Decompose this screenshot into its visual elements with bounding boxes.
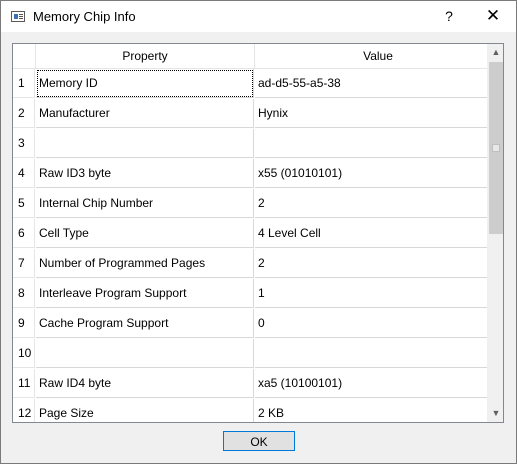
value-cell[interactable]: xa5 (10100101)	[255, 369, 501, 398]
property-cell[interactable]: Interleave Program Support	[36, 279, 254, 308]
memory-chip-info-dialog: Memory Chip Info ? ✕ Property Value 1 Mem…	[0, 0, 517, 464]
value-cell[interactable]: 0	[255, 309, 501, 338]
scroll-grip-icon	[492, 144, 500, 152]
row-index: 11	[13, 369, 35, 398]
value-cell[interactable]: 2	[255, 249, 501, 278]
table-row[interactable]: 11 Raw ID4 byte xa5 (10100101)	[13, 369, 503, 399]
table-row[interactable]: 5 Internal Chip Number 2	[13, 189, 503, 219]
value-cell[interactable]: Hynix	[255, 99, 501, 128]
row-index: 2	[13, 99, 35, 128]
app-icon	[11, 11, 25, 22]
value-cell[interactable]: 4 Level Cell	[255, 219, 501, 248]
scroll-down-icon[interactable]: ▼	[488, 405, 503, 422]
property-cell[interactable]: Manufacturer	[36, 99, 254, 128]
properties-table[interactable]: Property Value 1 Memory ID ad-d5-55-a5-38 2…	[12, 43, 504, 423]
table-row[interactable]: 10	[13, 339, 503, 369]
row-index: 3	[13, 129, 35, 158]
table-row[interactable]: 12 Page Size 2 KB	[13, 399, 503, 422]
scroll-thumb[interactable]	[489, 62, 503, 234]
row-index: 10	[13, 339, 35, 368]
value-cell[interactable]: ad-d5-55-a5-38	[255, 69, 501, 98]
close-button[interactable]: ✕	[470, 1, 516, 32]
scroll-up-icon[interactable]: ▲	[488, 44, 503, 61]
property-cell[interactable]: Memory ID	[36, 69, 254, 98]
value-cell[interactable]	[255, 339, 501, 368]
header-value[interactable]: Value	[255, 44, 502, 69]
property-cell[interactable]: Cache Program Support	[36, 309, 254, 338]
property-cell[interactable]	[36, 129, 254, 158]
property-cell[interactable]: Raw ID3 byte	[36, 159, 254, 188]
table-row[interactable]: 9 Cache Program Support 0	[13, 309, 503, 339]
property-cell[interactable]: Internal Chip Number	[36, 189, 254, 218]
property-cell[interactable]: Number of Programmed Pages	[36, 249, 254, 278]
property-cell[interactable]: Cell Type	[36, 219, 254, 248]
value-cell[interactable]: 1	[255, 279, 501, 308]
table-row[interactable]: 7 Number of Programmed Pages 2	[13, 249, 503, 279]
window-title: Memory Chip Info	[33, 9, 136, 24]
table-row[interactable]: 3	[13, 129, 503, 159]
row-index: 5	[13, 189, 35, 218]
property-cell[interactable]: Raw ID4 byte	[36, 369, 254, 398]
ok-button[interactable]: OK	[223, 431, 295, 451]
help-button[interactable]: ?	[429, 1, 469, 32]
header-property[interactable]: Property	[36, 44, 255, 69]
row-index: 9	[13, 309, 35, 338]
vertical-scrollbar[interactable]: ▲ ▼	[487, 44, 503, 422]
table-row[interactable]: 8 Interleave Program Support 1	[13, 279, 503, 309]
value-cell[interactable]	[255, 129, 501, 158]
table-row[interactable]: 6 Cell Type 4 Level Cell	[13, 219, 503, 249]
value-cell[interactable]: 2	[255, 189, 501, 218]
title-bar: Memory Chip Info ? ✕	[1, 1, 516, 32]
value-cell[interactable]: 2 KB	[255, 399, 501, 422]
row-index: 1	[13, 69, 35, 98]
row-index: 6	[13, 219, 35, 248]
value-cell[interactable]: x55 (01010101)	[255, 159, 501, 188]
property-cell[interactable]: Page Size	[36, 399, 254, 422]
property-cell[interactable]	[36, 339, 254, 368]
table-row[interactable]: 4 Raw ID3 byte x55 (01010101)	[13, 159, 503, 189]
row-index: 7	[13, 249, 35, 278]
header-index	[13, 44, 36, 69]
row-index: 8	[13, 279, 35, 308]
table-row[interactable]: 1 Memory ID ad-d5-55-a5-38	[13, 69, 503, 99]
row-index: 4	[13, 159, 35, 188]
table-rows: 1 Memory ID ad-d5-55-a5-38 2 Manufacturer Hyn…	[13, 69, 503, 422]
table-row[interactable]: 2 Manufacturer Hynix	[13, 99, 503, 129]
row-index: 12	[13, 399, 35, 422]
